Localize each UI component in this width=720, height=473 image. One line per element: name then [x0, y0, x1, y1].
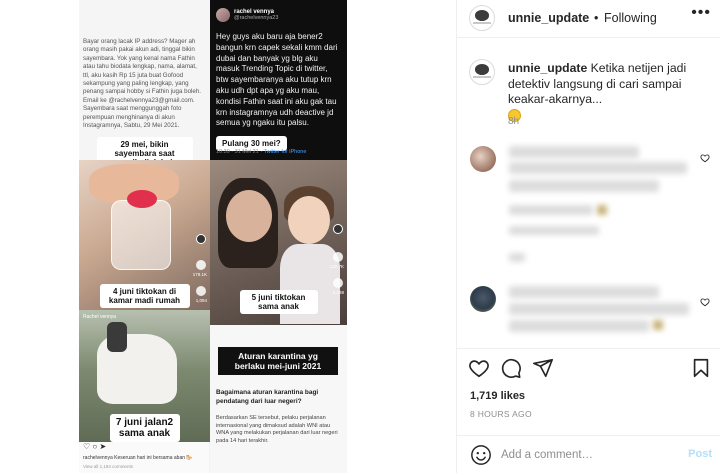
avatar-head-shape: [474, 64, 490, 76]
blurred-comment-meta: [509, 226, 599, 235]
collage-caption: 4 juni tiktokan di kamar madi rumah: [99, 284, 190, 308]
blurred-view-replies: [509, 253, 525, 262]
comment-input[interactable]: [501, 445, 681, 465]
likes-count[interactable]: 1,719 likes: [470, 390, 525, 402]
woman-face-shape: [226, 190, 272, 242]
tiktok-avatar-icon: [333, 224, 343, 234]
caption-timestamp[interactable]: 8h: [508, 116, 519, 127]
tiktok-count: 132.7K: [329, 264, 344, 269]
heart-icon[interactable]: [700, 297, 710, 307]
blurred-comment-text: [509, 180, 659, 192]
horse-post-comments: View all 1,184 comments: [83, 464, 133, 469]
post-header: unnie_update • Following •••: [457, 0, 720, 38]
avatar-bar-shape: [472, 21, 492, 25]
collage-cell-tiktok-1: 178.1K 1,094 4 juni tiktokan di kamar ma…: [79, 160, 210, 310]
caption-text: unnie_update Ketika netijen jadi detekti…: [508, 61, 714, 124]
heart-icon[interactable]: [468, 357, 490, 379]
blurred-comment-text: [509, 320, 649, 332]
post-media[interactable]: Bayar orang lacak IP address? Mager ah o…: [0, 0, 456, 473]
comment-bar: Post: [457, 435, 720, 473]
horse-post-footer: ♡ ○ ➤ rachelvennya Keseruan hari ini ber…: [79, 442, 209, 473]
post-actions: [457, 348, 720, 388]
tweet-via: Twitter for iPhone: [263, 149, 307, 155]
child-face-shape: [288, 196, 330, 244]
horse-post-caption: rachelvennya Keseruan hari ini bersama a…: [83, 455, 193, 461]
tiktok-heart-icon: [333, 252, 343, 262]
more-options-icon[interactable]: •••: [691, 4, 711, 22]
blurred-comment-emoji: [653, 320, 663, 330]
collage-caption: 7 juni jalan2 sama anak: [109, 414, 180, 442]
rider-shape: [107, 322, 127, 352]
news-body: Berdasarkan SE tersebut, pelaku perjalan…: [216, 415, 338, 444]
comment-icon[interactable]: [500, 357, 522, 379]
avatar-bar-shape: [472, 75, 492, 79]
news-subtitle: Bagaimana aturan karantina bagi pendatan…: [216, 389, 319, 405]
tweet-text: Hey guys aku baru aja bener2 bangun krn …: [216, 32, 338, 128]
caption-username-link[interactable]: unnie_update: [508, 61, 587, 75]
commenter-avatar[interactable]: [470, 286, 496, 312]
collage-cell-sayembara: Bayar orang lacak IP address? Mager ah o…: [79, 0, 210, 160]
collage-cell-tiktok-2: 132.7K 2,239 5 juni tiktokan sama anak: [210, 160, 347, 325]
tiktok-avatar-icon: [196, 234, 206, 244]
instagram-action-icons: ♡ ○ ➤: [83, 442, 107, 451]
tweet-date: 10:39 · 31 Mei 21 · Twitter for iPhone: [216, 149, 306, 155]
tweet-handle: @rachelvennya23: [234, 15, 279, 21]
collage-caption: 29 mei, bikin sayembara saat masih di du…: [96, 137, 193, 160]
emoji-icon[interactable]: [470, 444, 492, 466]
blurred-comment-text: [509, 286, 659, 298]
collage-cell-horse: Rachel vennya 7 juni jalan2 sama anak: [79, 310, 210, 442]
bottle-cap-shape: [127, 190, 157, 208]
commenter-avatar[interactable]: [470, 146, 496, 172]
collage-cell-news: Aturan karantina yg berlaku mei-juni 202…: [210, 325, 347, 473]
blurred-comment-text: [509, 162, 687, 174]
article-text: Bayar orang lacak IP address? Mager ah o…: [83, 38, 201, 130]
blurred-comment-emoji: [597, 205, 607, 215]
tiktok-count: 1,094: [195, 298, 207, 303]
media-collage-image: Bayar orang lacak IP address? Mager ah o…: [79, 0, 347, 473]
collage-caption: 5 juni tiktokan sama anak: [239, 290, 318, 314]
instagram-user-label: Rachel vennya: [83, 314, 117, 320]
header-separator: •: [594, 11, 599, 25]
tiktok-comment-icon: [333, 278, 343, 288]
post-comment-button[interactable]: Post: [688, 448, 712, 460]
following-button[interactable]: Following: [604, 11, 657, 25]
tweet-header: rachel vennya @rachelvennya23: [216, 8, 278, 22]
bottle-shape: [111, 200, 171, 270]
blurred-comment-text: [509, 205, 593, 215]
post-side-panel: unnie_update • Following ••• unnie_updat…: [456, 0, 720, 473]
header-username-link[interactable]: unnie_update: [508, 11, 589, 25]
caption-avatar[interactable]: [469, 59, 495, 85]
tweet-avatar: [216, 8, 230, 22]
post-age[interactable]: 8 HOURS AGO: [470, 409, 532, 419]
tiktok-heart-icon: [196, 260, 206, 270]
tiktok-comment-icon: [196, 286, 206, 296]
avatar-head-shape: [474, 10, 490, 22]
news-title: Aturan karantina yg berlaku mei-juni 202…: [218, 347, 338, 375]
bookmark-icon[interactable]: [690, 357, 712, 379]
tiktok-count: 178.1K: [192, 272, 207, 277]
blurred-comment-text: [509, 303, 689, 315]
header-avatar[interactable]: [469, 5, 495, 31]
collage-cell-tweet: rachel vennya @rachelvennya23 Hey guys a…: [210, 0, 347, 160]
blurred-comment-text: [509, 146, 639, 158]
heart-icon[interactable]: [700, 153, 710, 163]
share-icon[interactable]: [532, 357, 554, 379]
tweet-date-text: 10:39 · 31 Mei 21 ·: [216, 149, 263, 155]
tiktok-count: 2,239: [332, 290, 344, 295]
